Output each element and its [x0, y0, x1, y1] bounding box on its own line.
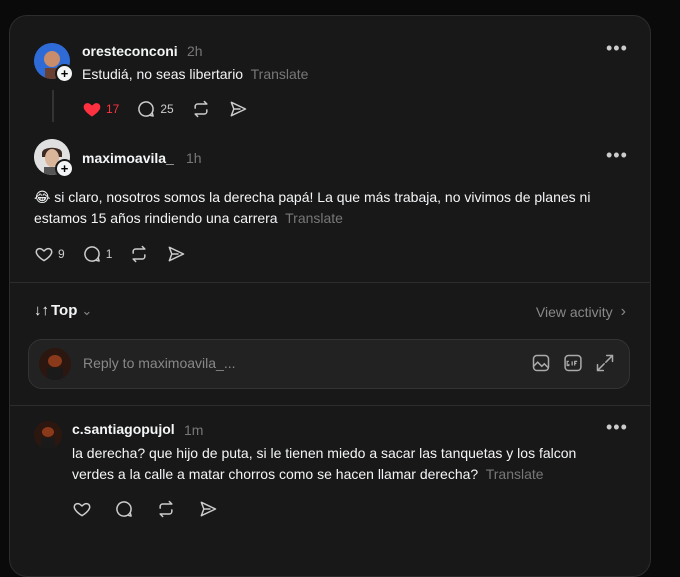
translate-link[interactable]: Translate: [251, 66, 309, 82]
reply-tools: [519, 353, 615, 378]
comment-time: 1h: [186, 150, 202, 166]
image-icon[interactable]: [531, 353, 551, 378]
repost-button[interactable]: [129, 244, 149, 264]
share-icon: [168, 246, 185, 262]
laughing-emoji-icon: 😂: [34, 189, 51, 205]
translate-link[interactable]: Translate: [486, 466, 544, 482]
divider: [10, 282, 650, 283]
comment-text-content: Estudiá, no seas libertario: [82, 66, 244, 82]
follow-plus-icon[interactable]: +: [55, 159, 74, 178]
comment-text: Estudiá, no seas libertario Translate: [82, 64, 308, 85]
heart-icon: [35, 247, 53, 262]
sort-dropdown[interactable]: ↓↑ Top ⌄: [34, 302, 92, 319]
repost-icon: [159, 500, 173, 518]
comment-text: 😂 si claro, nosotros somos la derecha pa…: [34, 187, 634, 229]
comment-text-line1: si claro, nosotros somos la derecha papá…: [54, 189, 591, 205]
comment-icon: [138, 101, 155, 117]
repost-button[interactable]: [191, 99, 211, 119]
view-activity-link[interactable]: View activity ›: [536, 303, 626, 321]
comment-time: 2h: [187, 43, 203, 59]
divider: [10, 405, 650, 406]
reply-button[interactable]: [114, 499, 134, 519]
avatar: [39, 348, 71, 380]
comment-username[interactable]: maximoavila_: [82, 150, 174, 166]
like-button[interactable]: 17: [82, 99, 119, 119]
like-count: 17: [106, 102, 120, 116]
comment-actions: 17 25: [82, 99, 265, 119]
follow-plus-icon[interactable]: +: [55, 64, 74, 83]
chevron-right-icon: ›: [620, 303, 626, 320]
comment-icon: [83, 246, 100, 262]
reply-text: la derecha? que hijo de puta, si le tien…: [72, 443, 632, 485]
reply-button[interactable]: 25: [136, 99, 174, 119]
comment-actions: 9 1: [34, 244, 203, 264]
share-icon: [230, 101, 246, 117]
thread-line: [52, 90, 54, 122]
repost-icon: [194, 100, 208, 118]
share-button[interactable]: [166, 244, 186, 264]
thread-panel: + oresteconconi 2h ••• Estudiá, no seas …: [9, 15, 651, 577]
reply-text-line2: verdes a la calle a matar chorros como s…: [72, 466, 479, 482]
reply-count: 25: [160, 102, 174, 116]
expand-icon[interactable]: [595, 353, 615, 378]
comment-username[interactable]: oresteconconi: [82, 43, 178, 59]
reply-time: 1m: [184, 422, 204, 438]
share-button[interactable]: [198, 499, 218, 519]
avatar[interactable]: [34, 421, 62, 449]
comment-text-line2: estamos 15 años rindiendo una carrera: [34, 210, 278, 226]
reply-text-line1: la derecha? que hijo de puta, si le tien…: [72, 445, 577, 461]
more-icon[interactable]: •••: [606, 38, 628, 59]
more-icon[interactable]: •••: [606, 145, 628, 166]
reply-input[interactable]: Reply to maximoavila_...: [83, 355, 236, 371]
translate-link[interactable]: Translate: [285, 210, 343, 226]
reply-composer[interactable]: Reply to maximoavila_...: [28, 339, 630, 389]
reply-actions: [72, 499, 235, 519]
heart-icon: [83, 103, 101, 117]
like-count: 9: [58, 247, 65, 261]
reply-username[interactable]: c.santiagopujol: [72, 421, 175, 437]
sort-label: Top: [51, 302, 78, 319]
gif-icon[interactable]: [563, 353, 583, 378]
like-button[interactable]: [72, 499, 92, 519]
reply-button[interactable]: 1: [82, 244, 113, 264]
more-icon[interactable]: •••: [606, 417, 628, 438]
comment-icon: [116, 501, 132, 517]
share-button[interactable]: [228, 99, 248, 119]
sort-arrows-icon: ↓↑: [34, 302, 49, 319]
chevron-down-icon: ⌄: [81, 302, 93, 318]
heart-icon: [73, 502, 91, 517]
repost-button[interactable]: [156, 499, 176, 519]
like-button[interactable]: 9: [34, 244, 65, 264]
repost-icon: [132, 245, 146, 263]
reply-count: 1: [105, 247, 113, 261]
share-icon: [200, 501, 217, 517]
view-activity-label: View activity: [535, 304, 613, 320]
